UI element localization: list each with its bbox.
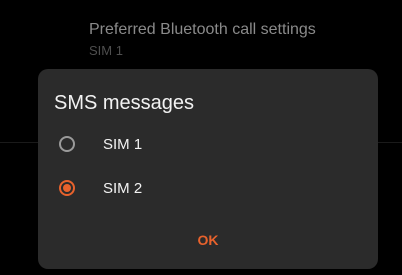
setting-subtitle: SIM 1	[89, 43, 123, 58]
radio-selected-icon[interactable]	[59, 180, 75, 196]
preferred-bluetooth-call-setting[interactable]: Preferred Bluetooth call settings SIM 1	[89, 20, 316, 59]
option-sim-1[interactable]: SIM 1	[38, 123, 378, 167]
ok-button[interactable]: OK	[188, 225, 228, 255]
dialog-title: SMS messages	[54, 92, 195, 114]
option-label: SIM 1	[103, 136, 143, 153]
setting-title: Preferred Bluetooth call settings	[89, 21, 316, 38]
radio-unselected-icon[interactable]	[59, 136, 75, 152]
screen: Preferred Bluetooth call settings SIM 1 …	[0, 0, 402, 275]
list-divider	[378, 142, 402, 143]
list-divider	[0, 142, 38, 143]
radio-dot	[63, 184, 71, 192]
sms-messages-dialog: SMS messages SIM 1 SIM 2 OK	[38, 69, 378, 269]
option-label: SIM 2	[103, 180, 143, 197]
option-sim-2[interactable]: SIM 2	[38, 167, 378, 211]
